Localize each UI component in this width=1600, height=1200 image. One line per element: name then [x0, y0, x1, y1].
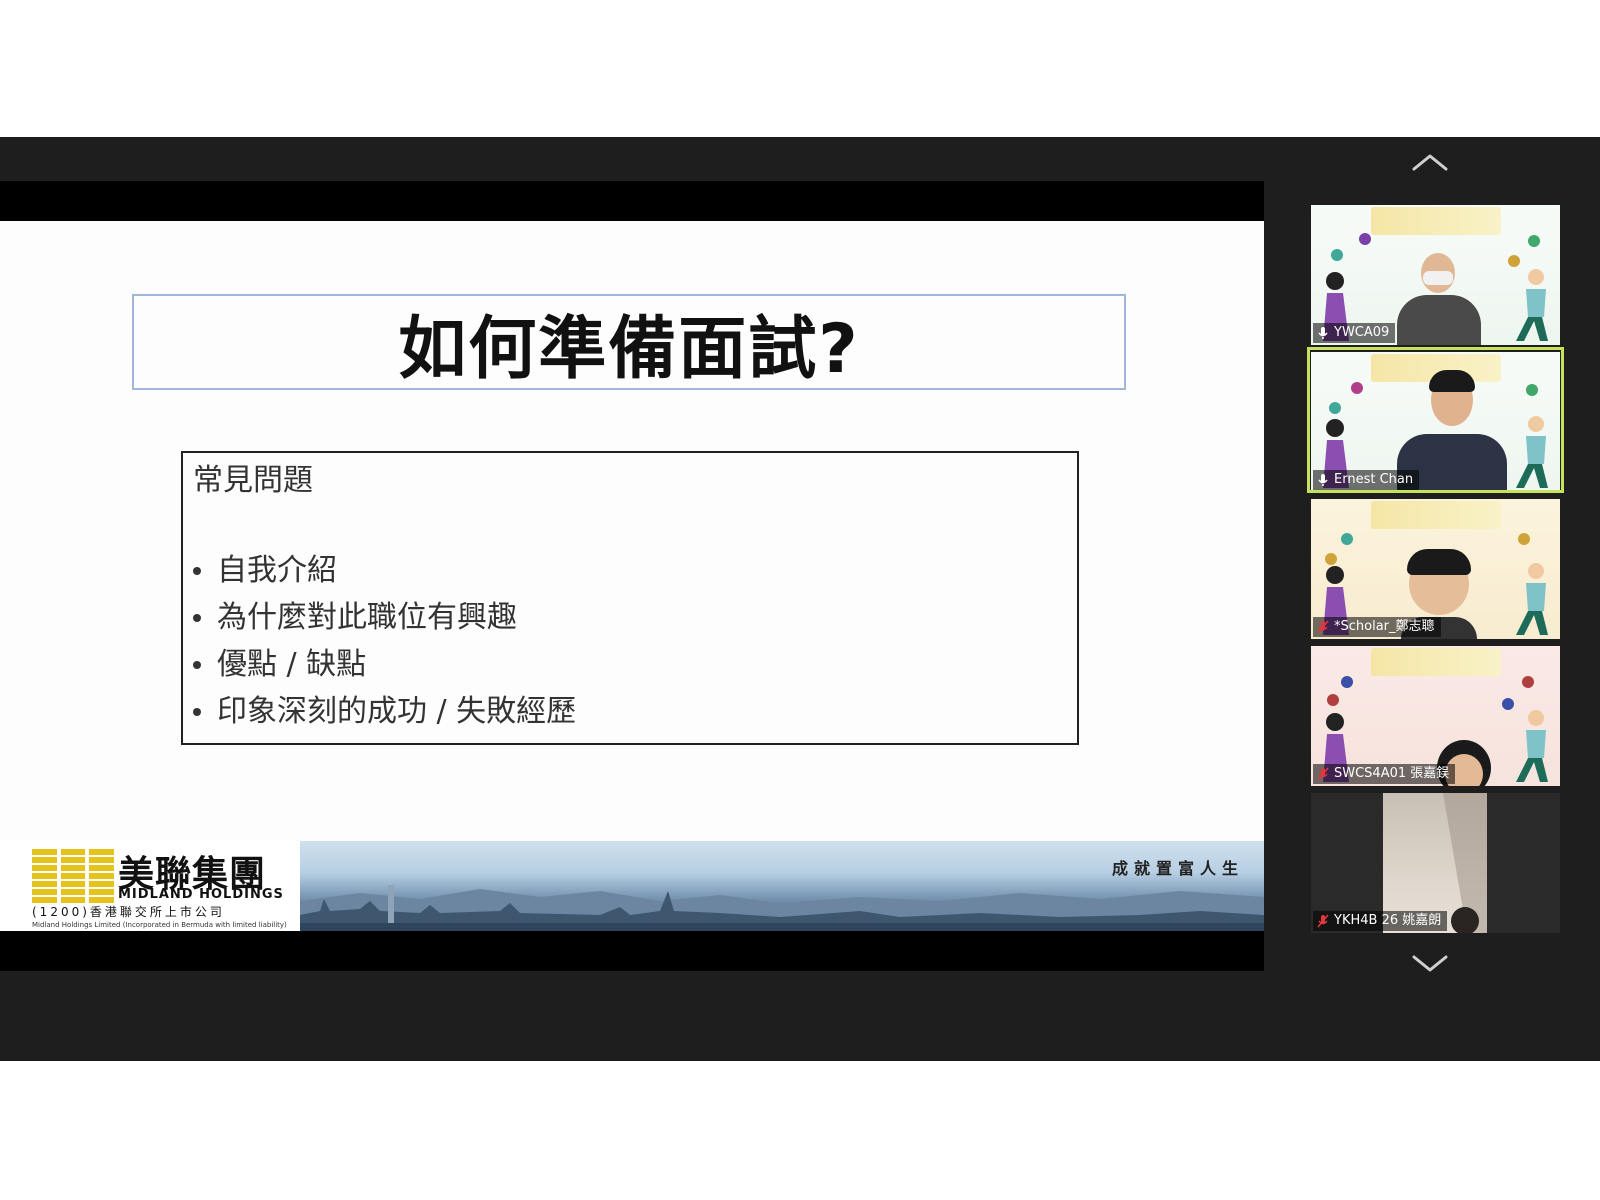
bullet-item: 為什麼對此職位有興趣 [193, 594, 576, 641]
skyline-graphic [300, 885, 1264, 931]
midland-logo: 美聯集團 MIDLAND HOLDINGS (1200)香港聯交所上市公司 Mi… [32, 845, 304, 931]
bullet-dot-icon [193, 566, 201, 575]
participant-video [1393, 249, 1485, 345]
city-skyline-image: 成就置富人生 [300, 841, 1264, 931]
slide-title-box: 如何準備面試? [132, 294, 1126, 390]
bullet-list: 自我介紹 為什麼對此職位有興趣 優點 / 缺點 印象深刻的成功 / 失敗經歷 [193, 547, 576, 735]
participant-tile[interactable]: YWCA09 [1311, 205, 1560, 345]
participant-name-tag: YKH4B 26 姚嘉朗 [1313, 911, 1448, 931]
slide-content-box: 常見問題 自我介紹 為什麼對此職位有興趣 優點 / 缺點 印象深刻的成功 / 失… [181, 451, 1079, 745]
microphone-muted-icon [1317, 914, 1329, 928]
logo-name-en: MIDLAND HOLDINGS [118, 887, 284, 902]
bullet-item: 印象深刻的成功 / 失敗經歷 [193, 688, 576, 735]
slide-slogan: 成就置富人生 [1111, 859, 1244, 878]
participant-name-tag: *Scholar_鄭志聰 [1313, 617, 1441, 637]
participant-tile[interactable]: *Scholar_鄭志聰 [1311, 499, 1560, 639]
logo-listing: (1200)香港聯交所上市公司 [32, 905, 225, 919]
microphone-icon [1318, 327, 1328, 339]
participant-name-tag: YWCA09 [1313, 323, 1396, 343]
meeting-window: 如何準備面試? 常見問題 自我介紹 為什麼對此職位有興趣 優點 / 缺點 印象深… [0, 137, 1600, 1061]
participant-name-tag: Ernest Chan [1313, 470, 1420, 490]
bullet-item: 優點 / 缺點 [193, 641, 576, 688]
slide-title: 如何準備面試? [398, 309, 860, 389]
participant-tile[interactable]: Ernest Chan [1311, 352, 1560, 492]
bullet-dot-icon [193, 707, 201, 716]
microphone-icon [1318, 474, 1328, 486]
microphone-muted-icon [1317, 767, 1329, 781]
bullet-dot-icon [193, 660, 201, 669]
slide-footer-banner: 美聯集團 MIDLAND HOLDINGS (1200)香港聯交所上市公司 Mi… [0, 841, 1264, 931]
logo-mark-icon [32, 849, 115, 903]
participant-tile[interactable]: SWCS4A01 張嘉鋘 [1311, 646, 1560, 786]
bullet-dot-icon [193, 613, 201, 622]
slide-content-heading: 常見問題 [193, 463, 313, 498]
logo-legal: Midland Holdings Limited (Incorporated i… [32, 921, 287, 929]
chevron-down-icon[interactable] [1410, 953, 1450, 975]
participant-tile[interactable]: YKH4B 26 姚嘉朗 [1311, 793, 1560, 933]
participant-name-tag: SWCS4A01 張嘉鋘 [1313, 764, 1456, 784]
presentation-slide: 如何準備面試? 常見問題 自我介紹 為什麼對此職位有興趣 優點 / 缺點 印象深… [0, 221, 1264, 931]
shared-screen: 如何準備面試? 常見問題 自我介紹 為什麼對此職位有興趣 優點 / 缺點 印象深… [0, 181, 1264, 971]
microphone-muted-icon [1317, 620, 1329, 634]
bullet-item: 自我介紹 [193, 547, 576, 594]
chevron-up-icon[interactable] [1410, 151, 1450, 173]
